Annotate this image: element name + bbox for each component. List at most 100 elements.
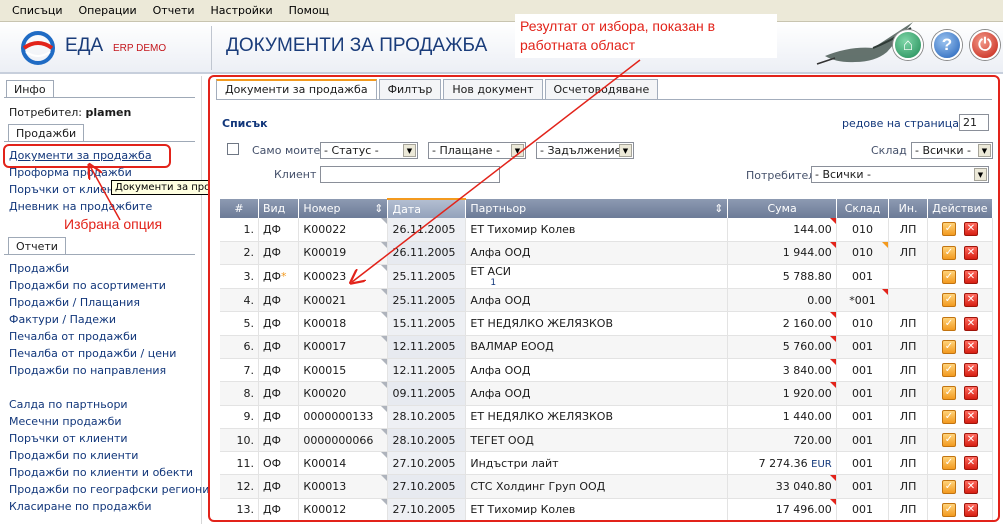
sidebar-link-sales-journal[interactable]: Дневник на продажбите bbox=[9, 200, 152, 213]
table-row[interactable]: 3. ДФ* К00023 25.11.2005 ЕТ АСИ 1 5 788.8… bbox=[220, 264, 994, 290]
debt-select[interactable]: - Задължение - ▼ bbox=[536, 142, 634, 159]
tab-filter[interactable]: Филтър bbox=[378, 79, 442, 100]
col-header-warehouse[interactable]: Склад bbox=[836, 199, 890, 218]
delete-icon[interactable]: ✕ bbox=[963, 339, 978, 354]
table-row[interactable]: 7. ДФ К00015 12.11.2005 Алфа ООД 3 840.0… bbox=[220, 358, 994, 383]
report-link-client-orders[interactable]: Поръчки от клиенти bbox=[9, 432, 128, 445]
edit-icon[interactable]: ✓ bbox=[941, 409, 956, 424]
delete-icon[interactable]: ✕ bbox=[963, 269, 978, 284]
doc-number[interactable]: К00013 bbox=[298, 474, 389, 499]
table-row[interactable]: 6. ДФ К00017 12.11.2005 ВАЛМАР ЕООД 5 76… bbox=[220, 335, 994, 359]
table-row[interactable]: 2. ДФ К00019 26.11.2005 Алфа ООД 1 944.0… bbox=[220, 241, 994, 266]
tab-sales-documents[interactable]: Документи за продажба bbox=[216, 79, 377, 100]
report-link-sales-ranking[interactable]: Класиране по продажби bbox=[9, 500, 151, 513]
report-link-sales-payments[interactable]: Продажби / Плащания bbox=[9, 296, 140, 309]
table-row[interactable]: 13. ДФ К00012 27.10.2005 ЕТ Тихомир Коле… bbox=[220, 498, 994, 520]
table-row[interactable]: 8. ДФ К00020 09.11.2005 Алфа ООД 1 920.0… bbox=[220, 381, 994, 406]
edit-icon[interactable]: ✓ bbox=[941, 386, 956, 401]
tab-new-document[interactable]: Нов документ bbox=[443, 79, 543, 100]
edit-icon[interactable]: ✓ bbox=[941, 222, 956, 237]
report-link-sales-profit-prices[interactable]: Печалба от продажби / цени bbox=[9, 347, 176, 360]
delete-icon[interactable]: ✕ bbox=[963, 433, 978, 448]
edit-icon[interactable]: ✓ bbox=[941, 269, 956, 284]
edit-icon[interactable]: ✓ bbox=[941, 316, 956, 331]
menu-item-lists[interactable]: Списъци bbox=[4, 4, 70, 17]
only-mine-checkbox[interactable] bbox=[227, 143, 239, 155]
edit-icon[interactable]: ✓ bbox=[941, 479, 956, 494]
edit-icon[interactable]: ✓ bbox=[941, 456, 956, 471]
delete-icon[interactable]: ✕ bbox=[963, 386, 978, 401]
doc-number[interactable]: К00014 bbox=[298, 451, 389, 476]
report-link-monthly-sales[interactable]: Месечни продажби bbox=[9, 415, 122, 428]
tab-accounting[interactable]: Осчетоводяване bbox=[544, 79, 659, 100]
doc-number[interactable]: К00015 bbox=[298, 358, 389, 383]
table-row[interactable]: 11. ОФ К00014 27.10.2005 Индъстри лайт 7… bbox=[220, 451, 994, 476]
menu-item-settings[interactable]: Настройки bbox=[203, 4, 281, 17]
edit-icon[interactable]: ✓ bbox=[941, 433, 956, 448]
doc-number[interactable]: 0000000066 bbox=[298, 428, 389, 453]
col-header-doc-number[interactable]: Номер ⇕ bbox=[298, 199, 389, 218]
report-link-sales-by-assortment[interactable]: Продажби по асортименти bbox=[9, 279, 166, 292]
delete-icon[interactable]: ✕ bbox=[963, 363, 978, 378]
user-select[interactable]: - Всички - ▼ bbox=[811, 166, 989, 183]
doc-number[interactable]: К00022 bbox=[298, 218, 389, 242]
edit-icon[interactable]: ✓ bbox=[941, 293, 956, 308]
delete-icon[interactable]: ✕ bbox=[963, 479, 978, 494]
edit-icon[interactable]: ✓ bbox=[941, 363, 956, 378]
report-link-sales-by-region[interactable]: Продажби по географски региони bbox=[9, 483, 209, 496]
table-row[interactable]: 9. ДФ 0000000133 28.10.2005 ЕТ НЕДЯЛКО Ж… bbox=[220, 405, 994, 429]
delete-icon[interactable]: ✕ bbox=[963, 293, 978, 308]
col-header-type[interactable]: Вид bbox=[258, 199, 300, 218]
menu-item-reports[interactable]: Отчети bbox=[145, 4, 203, 17]
power-button[interactable]: ⏻ bbox=[970, 30, 1000, 60]
delete-icon[interactable]: ✕ bbox=[963, 456, 978, 471]
delete-icon[interactable]: ✕ bbox=[963, 245, 978, 260]
table-row[interactable]: 12. ДФ К00013 27.10.2005 СТС Холдинг Гру… bbox=[220, 474, 994, 499]
partner-sub-link[interactable]: 1 bbox=[470, 278, 723, 288]
edit-icon[interactable]: ✓ bbox=[941, 339, 956, 354]
report-link-partner-balances[interactable]: Салда по партньори bbox=[9, 398, 128, 411]
delete-icon[interactable]: ✕ bbox=[963, 502, 978, 517]
doc-number[interactable]: К00021 bbox=[298, 288, 389, 313]
client-input[interactable] bbox=[320, 166, 500, 183]
table-row[interactable]: 10. ДФ 0000000066 28.10.2005 ТЕГЕТ ООД 7… bbox=[220, 428, 994, 453]
help-button[interactable]: ? bbox=[932, 30, 962, 60]
warehouse-select[interactable]: - Всички - ▼ bbox=[911, 142, 993, 159]
tab-sales[interactable]: Продажби bbox=[8, 124, 85, 141]
table-row[interactable]: 5. ДФ К00018 15.11.2005 ЕТ НЕДЯЛКО ЖЕЛЯЗ… bbox=[220, 311, 994, 336]
col-header-sum[interactable]: Сума bbox=[727, 199, 837, 218]
doc-number[interactable]: 0000000133 bbox=[298, 405, 389, 429]
sidebar-link-sales-documents[interactable]: Документи за продажба bbox=[9, 149, 152, 162]
col-header-date[interactable]: Дата bbox=[387, 198, 467, 218]
per-page-input[interactable]: 21 bbox=[959, 114, 989, 131]
edit-icon[interactable]: ✓ bbox=[941, 502, 956, 517]
report-link-sales-profit[interactable]: Печалба от продажби bbox=[9, 330, 137, 343]
doc-number[interactable]: К00020 bbox=[298, 381, 389, 406]
col-header-partner[interactable]: Партньор ⇕ bbox=[465, 199, 729, 218]
delete-icon[interactable]: ✕ bbox=[963, 222, 978, 237]
payment-select[interactable]: - Плащане - ▼ bbox=[428, 142, 526, 159]
report-link-sales-by-direction[interactable]: Продажби по направления bbox=[9, 364, 166, 377]
doc-number[interactable]: К00023 bbox=[298, 264, 389, 290]
report-link-invoices-due[interactable]: Фактури / Падежи bbox=[9, 313, 116, 326]
edit-icon[interactable]: ✓ bbox=[941, 245, 956, 260]
report-link-sales-by-client-objects[interactable]: Продажби по клиенти и обекти bbox=[9, 466, 193, 479]
doc-number[interactable]: К00018 bbox=[298, 311, 389, 336]
delete-icon[interactable]: ✕ bbox=[963, 409, 978, 424]
sidebar-link-client-orders[interactable]: Поръчки от клиенти bbox=[9, 183, 128, 196]
report-link-sales[interactable]: Продажби bbox=[9, 262, 69, 275]
doc-number[interactable]: К00019 bbox=[298, 241, 389, 266]
doc-number[interactable]: К00017 bbox=[298, 335, 389, 359]
tab-reports[interactable]: Отчети bbox=[8, 237, 66, 254]
doc-number[interactable]: К00012 bbox=[298, 498, 389, 520]
report-link-sales-by-client[interactable]: Продажби по клиенти bbox=[9, 449, 138, 462]
menu-item-help[interactable]: Помощ bbox=[281, 4, 337, 17]
tab-info[interactable]: Инфо bbox=[6, 80, 54, 97]
status-select[interactable]: - Статус - ▼ bbox=[320, 142, 418, 159]
delete-icon[interactable]: ✕ bbox=[963, 316, 978, 331]
col-header-in[interactable]: Ин. bbox=[888, 199, 928, 218]
table-row[interactable]: 1. ДФ К00022 26.11.2005 ЕТ Тихомир Колев… bbox=[220, 218, 994, 242]
table-row[interactable]: 4. ДФ К00021 25.11.2005 Алфа ООД 0.00 *0… bbox=[220, 288, 994, 313]
home-button[interactable]: ⌂ bbox=[893, 30, 923, 60]
sidebar-link-proforma-sales[interactable]: Проформа продажби bbox=[9, 166, 132, 179]
